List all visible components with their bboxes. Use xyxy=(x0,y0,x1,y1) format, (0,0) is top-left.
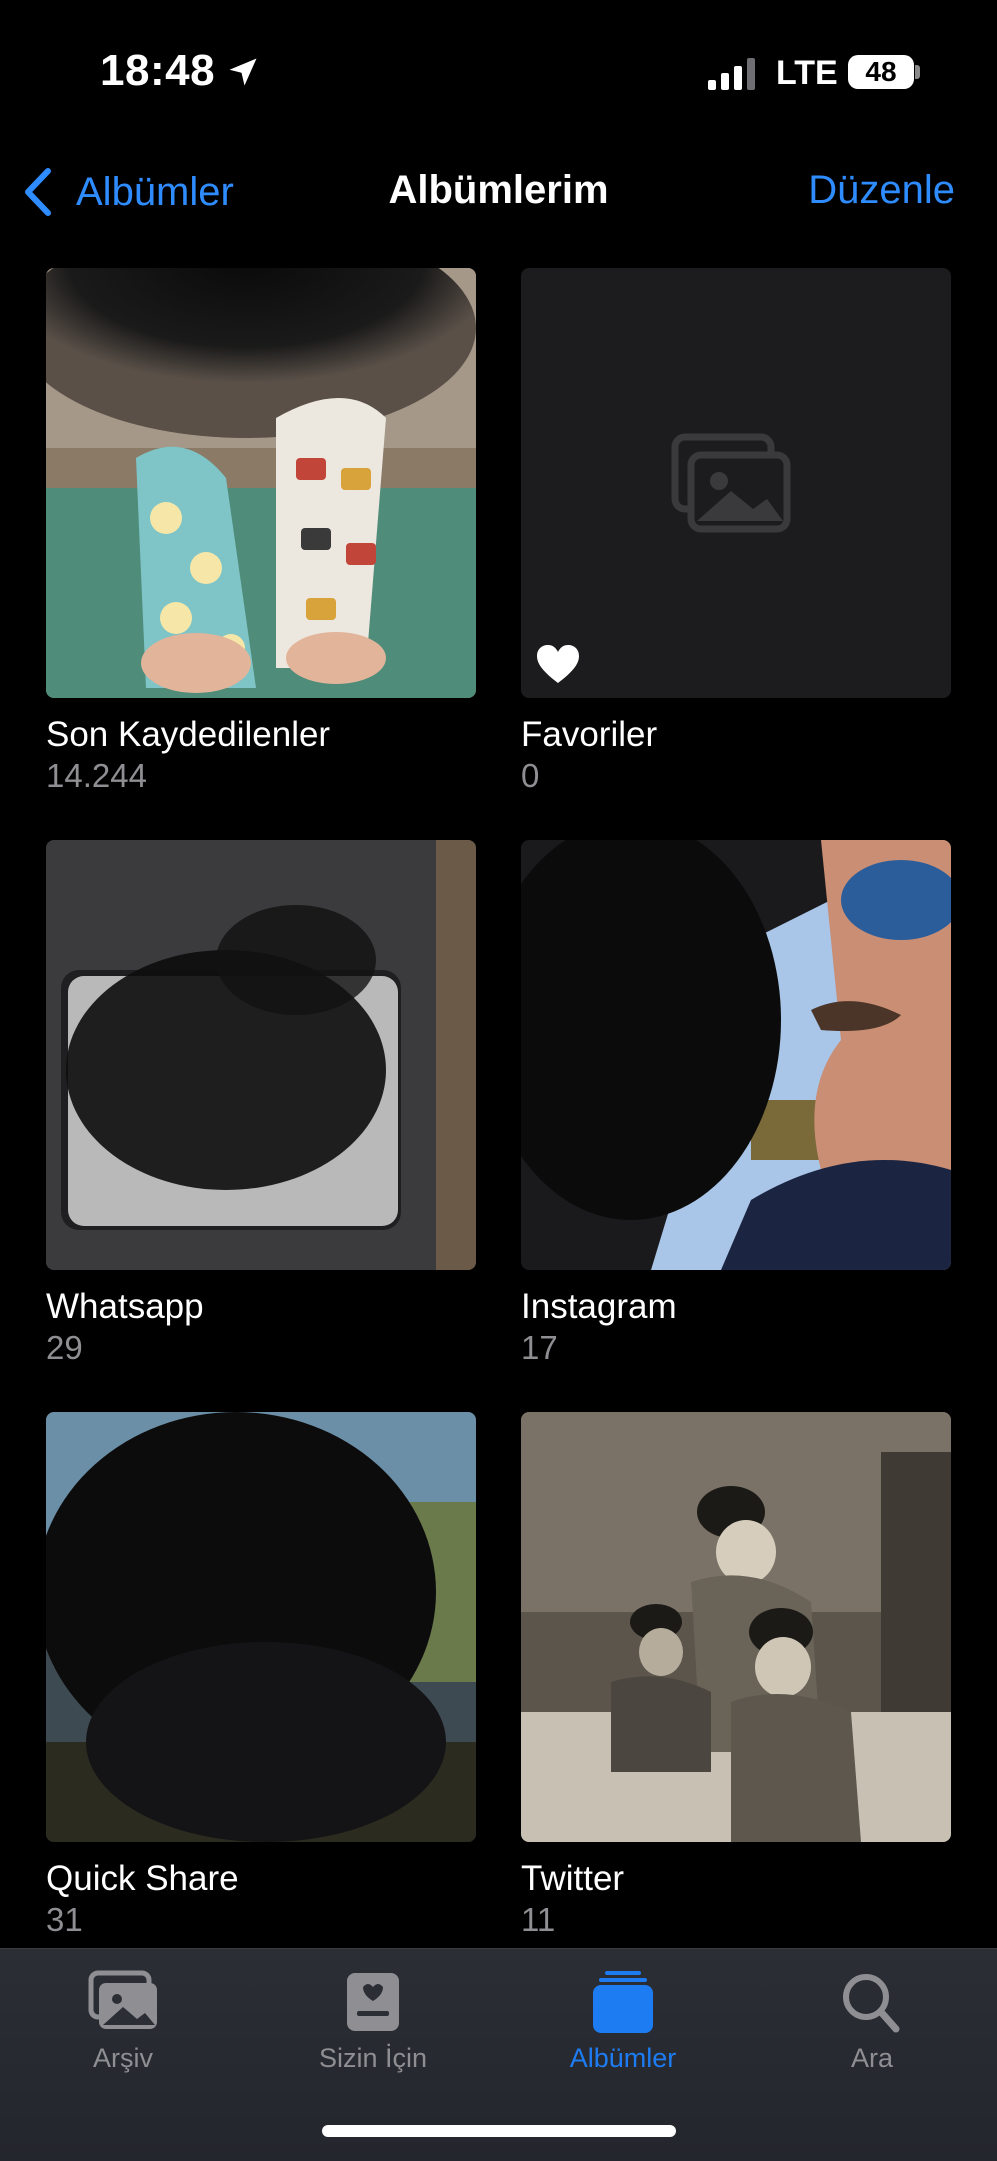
status-time: 18:48 xyxy=(100,46,216,95)
album-thumbnail[interactable] xyxy=(521,1412,951,1842)
status-bar: 18:48 LTE 48 xyxy=(0,0,997,140)
album-count: 17 xyxy=(521,1329,558,1366)
album-photo xyxy=(46,1412,476,1842)
albums-icon xyxy=(593,1971,653,2033)
tab-label: Arşiv xyxy=(93,2043,153,2073)
heart-icon xyxy=(537,645,579,683)
album-count: 29 xyxy=(46,1329,83,1366)
album-name: Son Kaydedilenler xyxy=(46,715,331,754)
album-favoriler[interactable]: Favoriler 0 xyxy=(521,268,951,796)
album-thumbnail[interactable] xyxy=(46,840,476,1270)
cellular-signal-icon xyxy=(708,58,755,90)
network-type: LTE xyxy=(776,54,838,92)
album-thumbnail[interactable] xyxy=(521,840,951,1270)
album-name: Instagram xyxy=(521,1287,677,1326)
tab-label: Albümler xyxy=(569,2043,677,2073)
album-photo xyxy=(46,840,476,1270)
tab-sizin-icin[interactable]: Sizin İçin xyxy=(273,1969,473,2074)
album-name: Quick Share xyxy=(46,1859,239,1898)
home-indicator[interactable] xyxy=(322,2125,676,2137)
album-whatsapp[interactable]: Whatsapp 29 xyxy=(46,840,476,1368)
album-count: 14.244 xyxy=(46,757,147,794)
battery-tip xyxy=(915,65,920,79)
battery-level: 48 xyxy=(848,55,914,89)
album-thumbnail[interactable] xyxy=(46,1412,476,1842)
album-count: 0 xyxy=(521,757,540,794)
edit-button[interactable]: Düzenle xyxy=(808,168,955,213)
album-count: 11 xyxy=(521,1901,556,1938)
album-thumbnail[interactable] xyxy=(46,268,476,698)
album-name: Twitter xyxy=(521,1859,625,1898)
album-quick-share[interactable]: Quick Share 31 xyxy=(46,1412,476,1940)
album-son-kaydedilenler[interactable]: Son Kaydedilenler 14.244 xyxy=(46,268,476,796)
album-name: Favoriler xyxy=(521,715,658,754)
album-photo xyxy=(46,268,476,698)
tab-bar: Arşiv Sizin İçin Albümler Ara xyxy=(0,1948,997,2161)
tab-albumler[interactable]: Albümler xyxy=(523,1969,723,2074)
location-arrow-icon xyxy=(229,58,257,86)
album-twitter[interactable]: Twitter 11 xyxy=(521,1412,951,1940)
tab-ara[interactable]: Ara xyxy=(772,1969,972,2074)
album-photo xyxy=(521,1412,951,1842)
album-instagram[interactable]: Instagram 17 xyxy=(521,840,951,1368)
tab-label: Sizin İçin xyxy=(318,2043,428,2073)
album-thumbnail[interactable] xyxy=(521,268,951,698)
photo-placeholder-icon xyxy=(671,433,791,533)
photo-library-icon xyxy=(88,1970,157,2029)
album-count: 31 xyxy=(46,1901,83,1938)
search-icon xyxy=(843,1974,900,2033)
tab-label: Ara xyxy=(850,2043,894,2073)
tab-arsiv[interactable]: Arşiv xyxy=(23,1969,223,2074)
album-name: Whatsapp xyxy=(46,1287,204,1326)
for-you-icon xyxy=(347,1973,399,2031)
album-photo xyxy=(521,840,951,1270)
